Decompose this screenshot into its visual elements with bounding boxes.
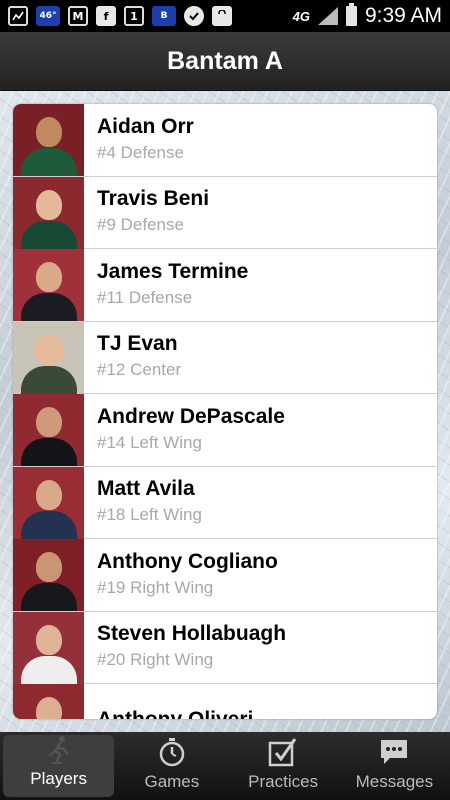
player-name: James Termine	[97, 259, 249, 283]
player-name: Steven Hollabuagh	[97, 622, 287, 646]
weather-icon: 46°	[36, 6, 60, 26]
list-item[interactable]: Anthony Cogliano #19 Right Wing	[13, 539, 437, 612]
player-photo	[13, 611, 84, 684]
skater-icon	[46, 735, 72, 765]
player-photo	[13, 104, 84, 176]
shopping-bag-icon	[212, 6, 232, 26]
stopwatch-icon	[158, 736, 186, 768]
player-name: Matt Avila	[97, 477, 195, 501]
signal-icon	[317, 7, 338, 25]
gmail-icon: M	[68, 6, 88, 26]
gallery-icon	[8, 6, 28, 26]
player-photo	[13, 539, 84, 611]
ice-background: Aidan Orr #4 Defense Travis Beni #9 Defe…	[0, 91, 450, 732]
tab-bar: Players Games Practices Messages	[0, 732, 450, 800]
tab-label: Players	[30, 769, 87, 788]
player-position: #14 Left Wing	[97, 432, 202, 452]
player-position: #18 Left Wing	[97, 505, 202, 525]
status-bar: 46° M f 1 B 4G 9:39 AM	[0, 0, 450, 32]
tab-label: Games	[144, 772, 200, 791]
player-position: #4 Defense	[97, 142, 184, 162]
notification-icons: 46° M f 1 B	[8, 6, 232, 26]
list-item[interactable]: TJ Evan #12 Center	[13, 321, 437, 394]
page-title: Bantam A	[167, 46, 283, 75]
player-photo	[13, 321, 84, 394]
player-photo	[13, 249, 84, 321]
player-position: #20 Right Wing	[97, 650, 214, 670]
player-photo	[13, 466, 84, 539]
list-item[interactable]: Aidan Orr #4 Defense	[13, 104, 437, 177]
clock: 9:39 AM	[364, 4, 442, 27]
player-position: #9 Defense	[97, 215, 184, 235]
title-bar: Bantam A	[0, 32, 450, 91]
player-name: TJ Evan	[97, 332, 178, 356]
player-name: Andrew DePascale	[97, 404, 285, 428]
tab-players[interactable]: Players	[3, 735, 115, 797]
battery-icon	[345, 3, 357, 26]
player-photo	[13, 684, 84, 719]
list-item[interactable]: Steven Hollabuagh #20 Right Wing	[13, 611, 437, 684]
tab-practices[interactable]: Practices	[228, 732, 339, 800]
player-photo	[13, 176, 84, 249]
network-type: 4G	[292, 8, 310, 24]
player-position: #12 Center	[97, 360, 182, 380]
tab-label: Practices	[248, 772, 319, 791]
player-position: #11 Defense	[97, 287, 193, 307]
player-list[interactable]: Aidan Orr #4 Defense Travis Beni #9 Defe…	[13, 104, 437, 719]
player-name: Anthony Oliveri	[97, 707, 253, 719]
list-item[interactable]: James Termine #11 Defense	[13, 249, 437, 322]
list-item[interactable]: Travis Beni #9 Defense	[13, 176, 437, 249]
tab-games[interactable]: Games	[116, 732, 227, 800]
facebook-icon: f	[96, 6, 116, 26]
tab-label: Messages	[355, 772, 434, 791]
tab-messages[interactable]: Messages	[339, 732, 450, 800]
app-badge-icon: B	[152, 6, 176, 26]
player-photo	[13, 394, 84, 466]
player-position: #19 Right Wing	[97, 577, 214, 597]
list-item[interactable]: Andrew DePascale #14 Left Wing	[13, 394, 437, 467]
list-item[interactable]: Matt Avila #18 Left Wing	[13, 466, 437, 539]
player-name: Anthony Cogliano	[97, 549, 278, 573]
check-icon	[184, 6, 204, 26]
player-name: Aidan Orr	[97, 114, 194, 138]
calendar-icon: 1	[124, 6, 144, 26]
player-name: Travis Beni	[97, 187, 210, 211]
list-item[interactable]: Anthony Oliveri	[13, 684, 437, 719]
checklist-icon	[268, 736, 298, 768]
chat-bubble-icon	[378, 736, 410, 768]
